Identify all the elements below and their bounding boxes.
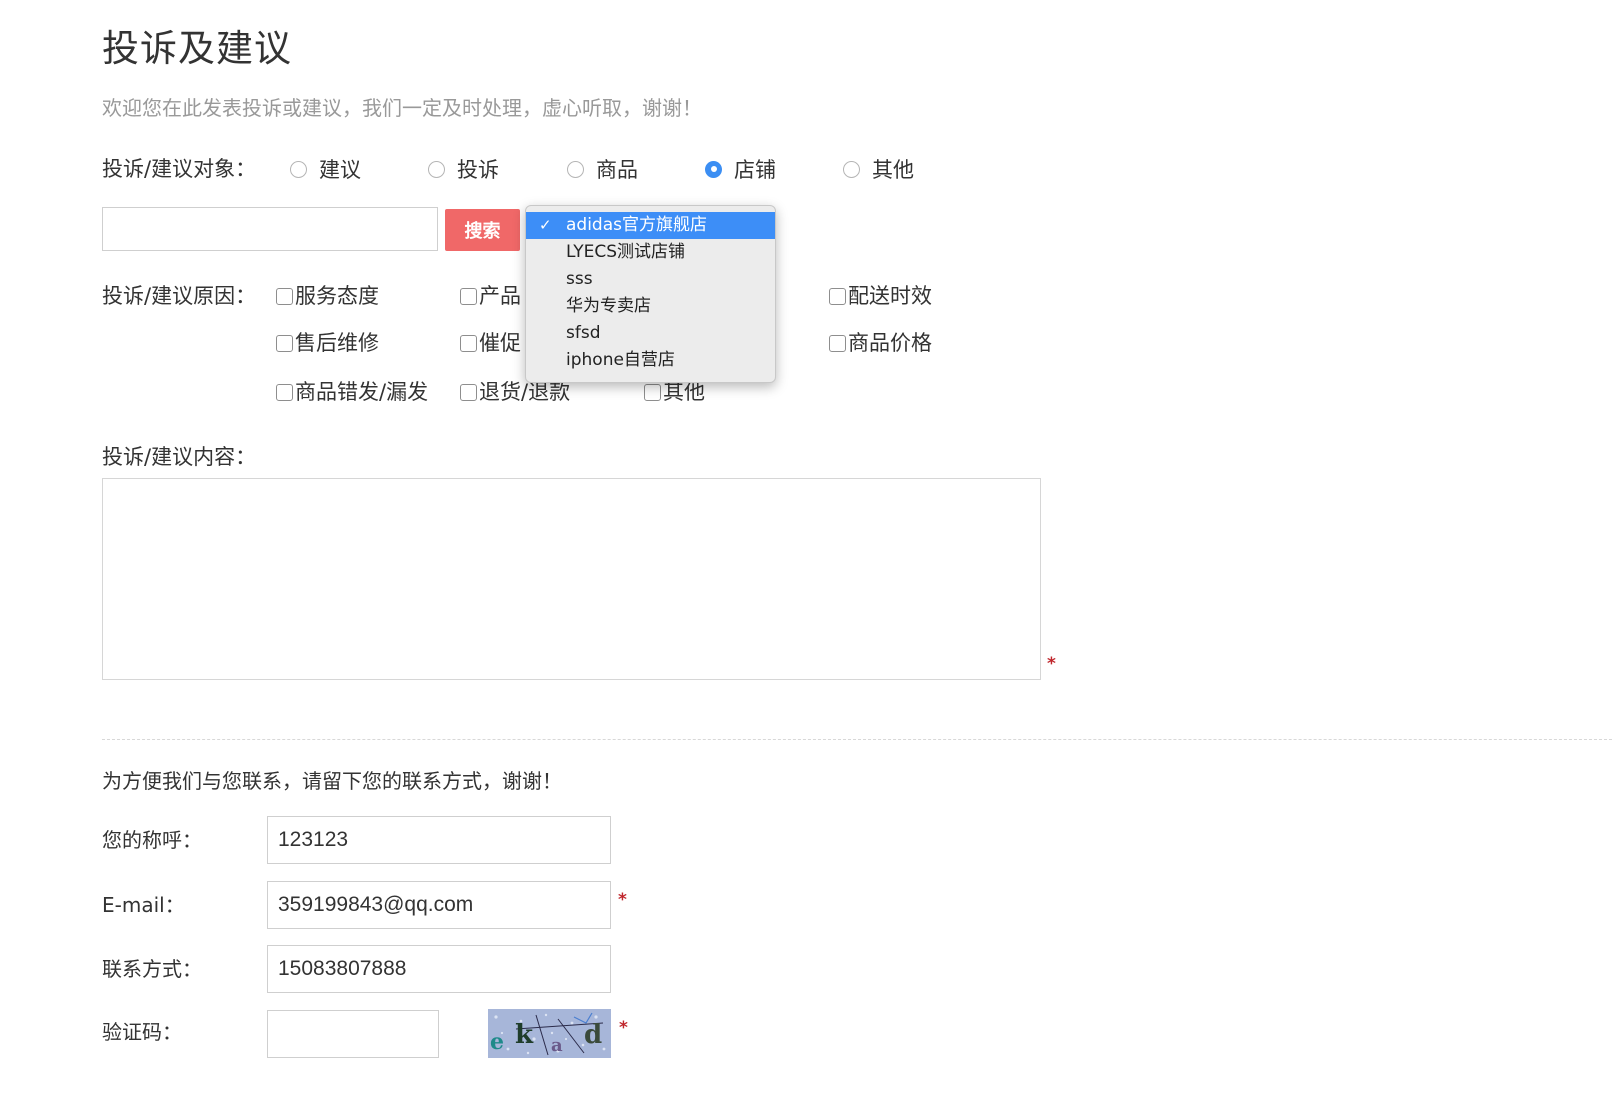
svg-text:a: a bbox=[551, 1035, 563, 1056]
dropdown-option[interactable]: LYECS测试店铺 bbox=[526, 239, 775, 266]
name-input[interactable]: 123123 bbox=[267, 816, 611, 864]
svg-text:e: e bbox=[490, 1029, 504, 1055]
content-label: 投诉/建议内容： bbox=[102, 445, 257, 469]
checkbox[interactable] bbox=[276, 384, 293, 401]
email-input[interactable]: 359199843@qq.com bbox=[267, 881, 611, 929]
reason-checkbox-service[interactable]: 服务态度 bbox=[276, 280, 379, 310]
checkbox[interactable] bbox=[644, 384, 661, 401]
reason-checkbox-delivery[interactable]: 配送时效 bbox=[829, 280, 932, 310]
section-divider bbox=[102, 739, 1612, 740]
phone-label: 联系方式： bbox=[102, 957, 202, 981]
captcha-image[interactable]: e k a d bbox=[488, 1009, 611, 1058]
checkbox-label: 售后维修 bbox=[295, 331, 379, 355]
checkbox[interactable] bbox=[276, 288, 293, 305]
checkmark-icon: ✓ bbox=[539, 216, 552, 234]
checkbox-label: 产品 bbox=[479, 284, 521, 308]
store-select-dropdown[interactable]: ✓ adidas官方旗舰店 LYECS测试店铺 sss 华为专卖店 sfsd i… bbox=[525, 205, 776, 383]
captcha-input[interactable] bbox=[267, 1010, 439, 1058]
complaint-form-page: 投诉及建议 欢迎您在此发表投诉或建议，我们一定及时处理，虚心听取，谢谢！ 投诉/… bbox=[0, 0, 1612, 1100]
checkbox-label: 商品错发/漏发 bbox=[295, 380, 429, 404]
target-radio-group: 建议 投诉 商品 店铺 其他 bbox=[0, 152, 1000, 186]
checkbox-label: 商品价格 bbox=[848, 331, 932, 355]
dropdown-option[interactable]: sss bbox=[526, 266, 775, 293]
radio-label: 建议 bbox=[319, 158, 361, 182]
dropdown-option-label: iphone自营店 bbox=[566, 350, 675, 370]
dropdown-option-selected[interactable]: ✓ adidas官方旗舰店 bbox=[526, 212, 775, 239]
radio-button[interactable] bbox=[567, 160, 584, 178]
dropdown-option[interactable]: sfsd bbox=[526, 320, 775, 347]
reason-checkbox-wrong-item[interactable]: 商品错发/漏发 bbox=[276, 376, 428, 406]
captcha-required-mark: * bbox=[619, 1018, 628, 1038]
dropdown-option-label: sfsd bbox=[566, 323, 601, 343]
store-search-input[interactable] bbox=[102, 207, 438, 251]
dropdown-option-label: LYECS测试店铺 bbox=[566, 242, 685, 262]
radio-option-store[interactable]: 店铺 bbox=[705, 152, 776, 186]
checkbox-label: 催促 bbox=[479, 331, 521, 355]
checkbox[interactable] bbox=[460, 288, 477, 305]
svg-text:d: d bbox=[584, 1020, 602, 1050]
radio-option-other[interactable]: 其他 bbox=[843, 152, 914, 186]
reason-checkbox-product[interactable]: 产品 bbox=[460, 280, 521, 310]
checkbox[interactable] bbox=[829, 288, 846, 305]
radio-option-complaint[interactable]: 投诉 bbox=[428, 152, 499, 186]
page-title: 投诉及建议 bbox=[102, 27, 292, 70]
radio-button[interactable] bbox=[843, 160, 860, 178]
reason-checkbox-urge[interactable]: 催促 bbox=[460, 327, 521, 357]
checkbox[interactable] bbox=[276, 335, 293, 352]
email-label: E-mail： bbox=[102, 893, 185, 917]
reasons-label: 投诉/建议原因： bbox=[102, 284, 257, 308]
checkbox-label: 服务态度 bbox=[295, 284, 379, 308]
phone-input[interactable]: 15083807888 bbox=[267, 945, 611, 993]
checkbox[interactable] bbox=[460, 384, 477, 401]
name-label: 您的称呼： bbox=[102, 828, 202, 852]
dropdown-option-label: sss bbox=[566, 269, 593, 289]
checkbox[interactable] bbox=[829, 335, 846, 352]
reason-checkbox-price[interactable]: 商品价格 bbox=[829, 327, 932, 357]
dropdown-option-label: adidas官方旗舰店 bbox=[566, 215, 707, 235]
radio-option-product[interactable]: 商品 bbox=[567, 152, 638, 186]
radio-label: 其他 bbox=[872, 158, 914, 182]
radio-button[interactable] bbox=[290, 160, 307, 178]
dropdown-option[interactable]: iphone自营店 bbox=[526, 347, 775, 374]
page-subtitle: 欢迎您在此发表投诉或建议，我们一定及时处理，虚心听取，谢谢！ bbox=[102, 96, 702, 120]
contact-note: 为方便我们与您联系，请留下您的联系方式，谢谢！ bbox=[102, 769, 562, 793]
dropdown-option[interactable]: 华为专卖店 bbox=[526, 293, 775, 320]
reason-checkbox-repair[interactable]: 售后维修 bbox=[276, 327, 379, 357]
email-required-mark: * bbox=[618, 890, 627, 910]
radio-label: 投诉 bbox=[457, 158, 499, 182]
radio-label: 店铺 bbox=[734, 158, 776, 182]
captcha-label: 验证码： bbox=[102, 1020, 182, 1044]
svg-text:k: k bbox=[515, 1020, 534, 1050]
checkbox-label: 配送时效 bbox=[848, 284, 932, 308]
radio-button-checked[interactable] bbox=[705, 160, 722, 178]
radio-label: 商品 bbox=[596, 158, 638, 182]
checkbox[interactable] bbox=[460, 335, 477, 352]
dropdown-option-label: 华为专卖店 bbox=[566, 296, 651, 316]
content-textarea[interactable] bbox=[102, 478, 1041, 680]
radio-button[interactable] bbox=[428, 160, 445, 178]
radio-option-suggestion[interactable]: 建议 bbox=[290, 152, 361, 186]
required-mark: * bbox=[1047, 654, 1056, 674]
search-button[interactable]: 搜索 bbox=[445, 209, 520, 251]
